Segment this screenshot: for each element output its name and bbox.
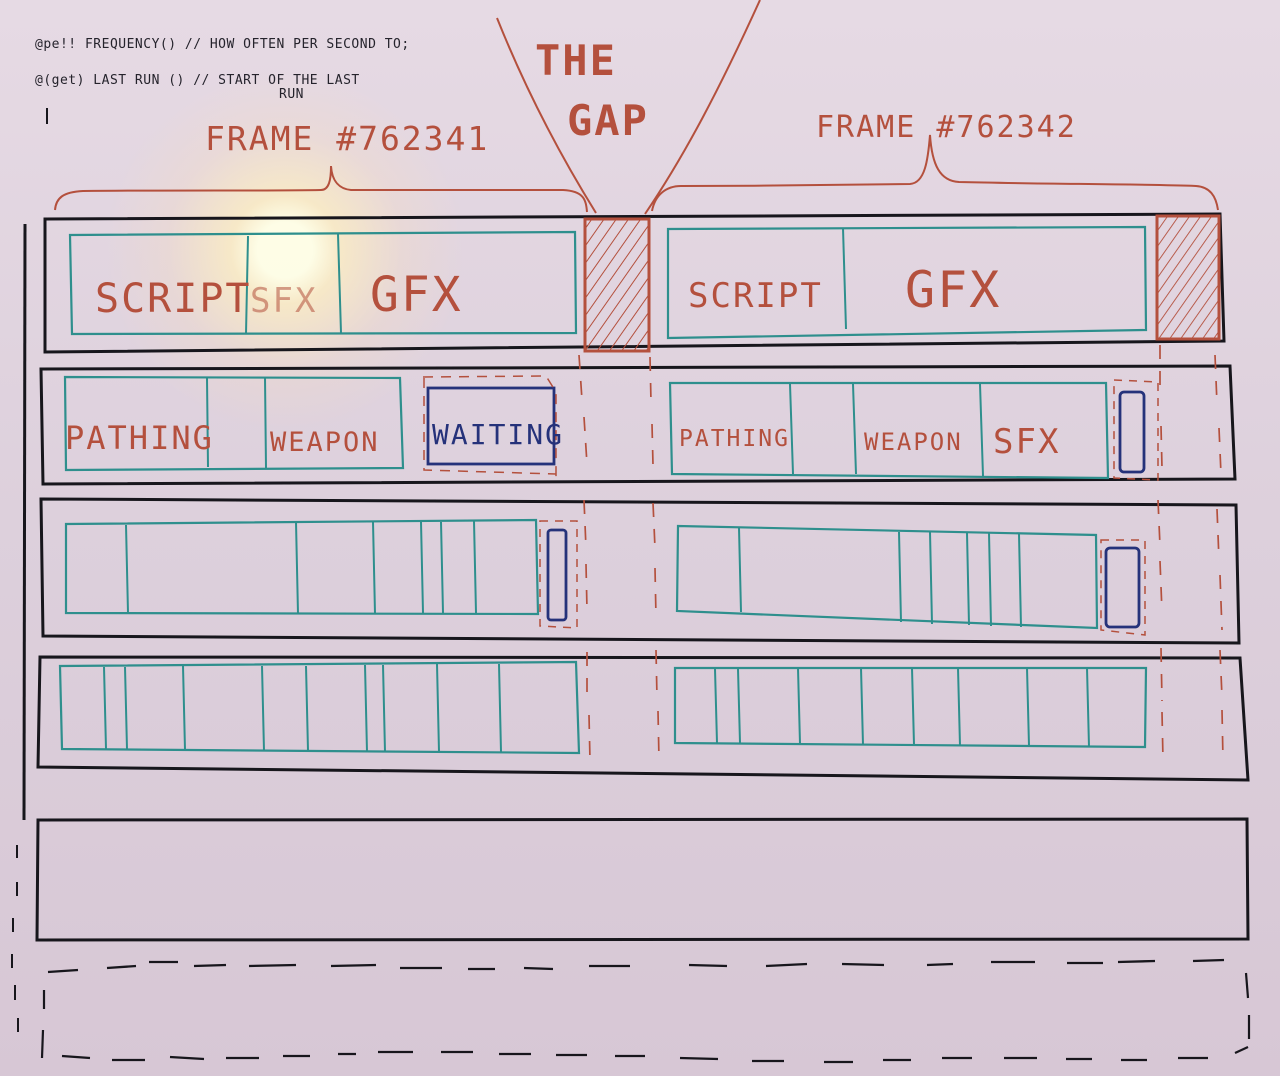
row-1-left-label-script: SCRIPT bbox=[95, 276, 252, 322]
gap-title-line-2: GAP bbox=[567, 96, 649, 145]
frame-right-label: FRAME #762342 bbox=[816, 110, 1077, 145]
row-3-left-track bbox=[64, 518, 540, 616]
gap-left-dashed-guide bbox=[578, 354, 591, 762]
end-left-dashed-guide bbox=[1157, 345, 1164, 761]
dashed-row-left bbox=[40, 990, 46, 1059]
note-line-1: @pe!! FREQUENCY() // HOW OFTEN PER SECON… bbox=[35, 37, 410, 52]
dashed-row-top bbox=[47, 958, 1225, 974]
frame-right-brace bbox=[651, 134, 1219, 212]
dashed-row-right bbox=[1244, 972, 1251, 1039]
row-3-left-marker bbox=[546, 528, 568, 622]
row-2-end-marker bbox=[1118, 390, 1146, 474]
row-1-right-label-gfx: GFX bbox=[905, 261, 1001, 319]
row-2-left-label-waiting: WAITING bbox=[432, 418, 564, 451]
row-2-left-label-pathing: PATHING bbox=[65, 419, 214, 457]
row-2-right-label-pathing: PATHING bbox=[679, 426, 790, 452]
gap-right-dashed-guide bbox=[649, 356, 660, 761]
row-4-left-dividers bbox=[103, 663, 502, 753]
row-4-outline bbox=[36, 655, 1250, 782]
row-3-right-dividers bbox=[738, 527, 1022, 628]
row-1-right-divider bbox=[842, 227, 847, 330]
note-line-2: @(get) LAST RUN () // START OF THE LAST bbox=[35, 73, 360, 88]
empty-row-outline bbox=[35, 817, 1250, 942]
gap-hatch-box bbox=[583, 217, 651, 353]
row-1-right-label-script: SCRIPT bbox=[688, 276, 823, 316]
row-3-right-marker bbox=[1104, 546, 1141, 629]
row-2-right-label-sfx: SFX bbox=[993, 422, 1060, 462]
row-3-outline bbox=[39, 497, 1241, 645]
timeline-axis-dashed bbox=[11, 845, 19, 1032]
end-hatch-box bbox=[1155, 214, 1221, 341]
note-line-2-continuation: RUN bbox=[279, 87, 304, 102]
row-2-left-label-weapon: WEAPON bbox=[270, 427, 380, 458]
row-2-right-label-weapon: WEAPON bbox=[864, 428, 963, 456]
dashed-row-bottom bbox=[61, 1046, 1249, 1064]
frame-left-brace bbox=[54, 165, 588, 213]
row-4-right-dividers bbox=[714, 667, 1090, 748]
gap-title-line-1: THE bbox=[535, 36, 617, 85]
end-right-dashed-guide bbox=[1214, 354, 1224, 761]
timeline-sketch: @pe!! FREQUENCY() // HOW OFTEN PER SECON… bbox=[11, 0, 1251, 1064]
row-1-left-label-gfx: GFX bbox=[370, 267, 463, 323]
row-3-left-dividers bbox=[125, 520, 477, 615]
row-4-right-track bbox=[673, 666, 1148, 749]
row-2-left-dividers bbox=[206, 376, 267, 469]
row-1-left-label-sfx: SFX bbox=[250, 281, 317, 321]
frame-left-label: FRAME #762341 bbox=[205, 119, 489, 158]
row-3-left-dash-box bbox=[539, 520, 578, 629]
timeline-axis bbox=[22, 223, 27, 821]
gap-right-pointer bbox=[644, 0, 761, 215]
whiteboard-diagram: @pe!! FREQUENCY() // HOW OFTEN PER SECON… bbox=[0, 0, 1280, 1076]
